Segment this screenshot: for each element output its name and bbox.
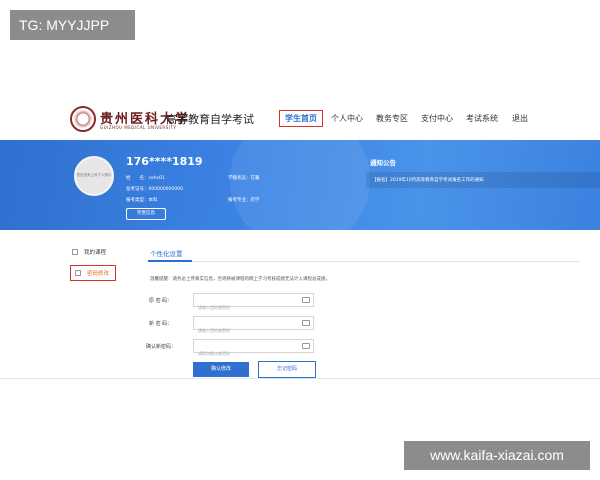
tab-active-underline [148,260,192,262]
exam-no-value: 000000000000 [148,187,183,192]
notice-item-link[interactable]: 【报名】2019年10月高等教育自学考试报名工作的通知 [372,177,484,183]
watermark-top-left: TG: MYYJJPP [10,10,135,40]
major-row: 报考专业：药学 [228,197,260,203]
exam-no-label: 准考证号： [126,187,149,192]
nav-personal-center[interactable]: 个人中心 [331,113,363,124]
edit-icon [75,270,81,276]
old-password-field[interactable] [193,293,314,314]
major-value: 药学 [250,198,260,203]
name-row: 姓 名：cehs01 [126,175,165,181]
avatar[interactable]: 您还没有上传个人照片 [74,156,114,196]
category-value: 本科 [148,198,158,203]
confirm-password-input[interactable] [194,347,294,360]
tab-divider [148,261,580,262]
name-value: cehs01 [148,176,165,181]
footer-divider [0,378,600,379]
watermark-bottom-right: www.kaifa-xiazai.com [404,441,590,470]
study-status: 学籍状态：在籍 [228,176,260,181]
confirm-password-label: 确认新密码： [146,344,177,350]
site-title: 高等教育自学考试 [166,113,254,126]
nav-academic-area[interactable]: 教务专区 [376,113,408,124]
keyboard-icon[interactable] [302,343,310,349]
sidebar-item-my-courses[interactable]: 我的课程 [72,248,106,256]
new-password-label: 新 密 码： [149,321,173,327]
complete-info-button[interactable]: 完善信息 [126,208,166,220]
sidebar-item-label: 密码修改 [87,271,110,277]
confirm-password-field[interactable] [193,339,314,360]
user-phone-name: 176****1819 [126,155,203,168]
new-password-field[interactable] [193,316,314,337]
category-row: 报考类型：本科 [126,197,158,203]
course-icon [72,249,78,255]
old-password-label: 原 密 码： [149,298,173,304]
sidebar-item-change-password[interactable]: 密码修改 [70,265,117,281]
keyboard-icon[interactable] [302,297,310,303]
new-password-input[interactable] [194,324,294,337]
major-label: 报考专业： [228,198,251,203]
university-english-name: GUIZHOU MEDICAL UNIVERSITY [100,125,177,130]
nav-exam-system[interactable]: 考试系统 [466,113,498,124]
reminder-text: 温馨提醒：请务必上传真实信息，否则将被课程的网上学习考核成绩无法计入课程总成绩。 [150,277,330,282]
exam-no-row: 准考证号：000000000000 [126,186,183,192]
notice-title: 通知公告 [370,159,396,167]
category-label: 报考类型： [126,198,149,203]
sidebar-item-label: 我的课程 [84,250,107,256]
old-password-input[interactable] [194,301,294,314]
keyboard-icon[interactable] [302,320,310,326]
nav-student-home[interactable]: 学生首页 [279,110,323,127]
university-logo-icon [70,106,96,132]
forgot-password-button[interactable]: 忘记密码 [258,361,316,378]
nav-payment-center[interactable]: 支付中心 [421,113,453,124]
banner-decoration [230,140,370,230]
confirm-change-button[interactable]: 确认修改 [193,362,249,377]
tab-personal-settings[interactable]: 个性化设置 [150,248,183,258]
name-label: 姓 名： [126,176,149,181]
nav-logout[interactable]: 退出 [512,113,528,124]
